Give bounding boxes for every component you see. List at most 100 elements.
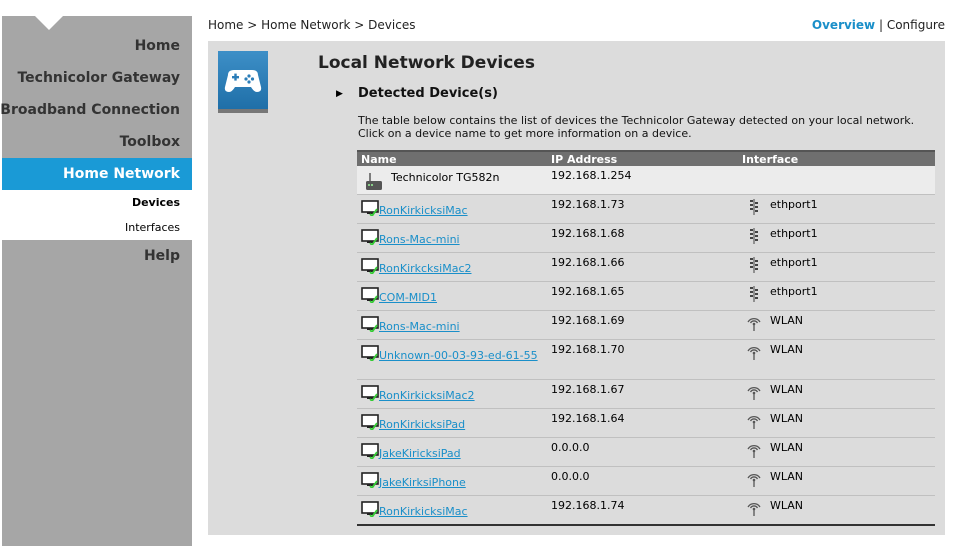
table-row: Unknown-00-03-93-ed-61-55 192.168.1.70 WLA…: [357, 339, 935, 380]
interface-label: ethport1: [770, 227, 818, 240]
table-row: Rons-Mac-mini 192.168.1.68 ethport1: [357, 223, 935, 253]
nav-home[interactable]: Home: [135, 38, 180, 54]
wifi-icon: [746, 441, 762, 459]
interface-label: WLAN: [770, 470, 804, 483]
col-interface: Interface: [738, 150, 935, 166]
interface-label: ethport1: [770, 198, 818, 211]
table-row: RonKirkicksiMac 192.168.1.74 WLAN: [357, 495, 935, 526]
device-link[interactable]: RonKirkicksiMac: [379, 198, 468, 217]
device-name-cell: JakeKiricksiPad: [357, 437, 547, 467]
interface-cell: ethport1: [738, 194, 935, 224]
ethernet-icon: [746, 285, 762, 303]
device-name-cell: RonKirkcksiMac2: [357, 252, 547, 282]
interface-cell: ethport1: [738, 252, 935, 282]
devices-table: Name IP Address Interface Technicolor TG…: [357, 150, 935, 526]
device-link[interactable]: COM-MID1: [379, 285, 437, 304]
table-row: Rons-Mac-mini 192.168.1.69 WLAN: [357, 310, 935, 340]
device-name-cell: Unknown-00-03-93-ed-61-55: [357, 339, 547, 380]
nav-home-network[interactable]: Home Network: [2, 158, 192, 190]
sidebar-notch: [35, 16, 63, 30]
interface-cell: [738, 166, 935, 195]
ip-address-cell: 192.168.1.65: [547, 281, 738, 311]
nav-broadband-connection[interactable]: Broadband Connection: [0, 102, 180, 118]
interface-cell: WLAN: [738, 310, 935, 340]
table-row: JakeKiricksiPad 0.0.0.0 WLAN: [357, 437, 935, 467]
device-link[interactable]: RonKirkicksiMac2: [379, 383, 475, 402]
overview-link[interactable]: Overview: [812, 18, 875, 32]
subnav-interfaces[interactable]: Interfaces: [2, 215, 192, 240]
table-row: RonKirkcksiMac2 192.168.1.66 ethport1: [357, 252, 935, 282]
breadcrumb-home-network[interactable]: Home Network: [261, 18, 350, 32]
interface-label: WLAN: [770, 314, 804, 327]
wifi-icon: [746, 314, 762, 332]
section-description: The table below contains the list of dev…: [358, 114, 915, 140]
device-link[interactable]: JakeKiricksiPad: [379, 441, 461, 460]
ip-address-cell: 192.168.1.64: [547, 408, 738, 438]
ethernet-icon: [746, 256, 762, 274]
nav-toolbox[interactable]: Toolbox: [120, 134, 180, 150]
view-separator: |: [875, 18, 887, 32]
interface-label: WLAN: [770, 343, 804, 356]
device-name-cell: Rons-Mac-mini: [357, 223, 547, 253]
ip-address-cell: 192.168.1.254: [547, 166, 738, 195]
computer-icon: [361, 258, 379, 276]
device-link[interactable]: Rons-Mac-mini: [379, 314, 460, 333]
breadcrumb-separator: >: [350, 18, 369, 32]
interface-cell: WLAN: [738, 466, 935, 496]
nav-help[interactable]: Help: [144, 248, 180, 264]
computer-icon: [361, 200, 379, 218]
device-link[interactable]: RonKirkcksiMac2: [379, 256, 472, 275]
computer-icon: [361, 472, 379, 490]
subnav-devices[interactable]: Devices: [2, 190, 192, 215]
computer-icon: [361, 287, 379, 305]
device-name-cell: RonKirkicksiPad: [357, 408, 547, 438]
interface-cell: ethport1: [738, 281, 935, 311]
device-name-cell: JakeKirksiPhone: [357, 466, 547, 496]
wifi-icon: [746, 412, 762, 430]
col-name: Name: [357, 150, 547, 166]
interface-label: ethport1: [770, 256, 818, 269]
sidebar-nav: Home Technicolor Gateway Broadband Conne…: [0, 16, 192, 546]
interface-cell: WLAN: [738, 408, 935, 438]
interface-label: WLAN: [770, 441, 804, 454]
table-row: RonKirkicksiPad 192.168.1.64 WLAN: [357, 408, 935, 438]
interface-label: ethport1: [770, 285, 818, 298]
device-name-cell: Rons-Mac-mini: [357, 310, 547, 340]
table-row: Technicolor TG582n 192.168.1.254: [357, 166, 935, 195]
device-link[interactable]: RonKirkicksiMac: [379, 499, 468, 518]
breadcrumb-devices: Devices: [368, 18, 416, 32]
section-title: Detected Device(s): [358, 86, 498, 101]
wifi-icon: [746, 470, 762, 488]
device-link[interactable]: Unknown-00-03-93-ed-61-55: [379, 343, 538, 362]
interface-cell: WLAN: [738, 379, 935, 409]
device-name-cell: RonKirkicksiMac: [357, 194, 547, 224]
computer-icon: [361, 414, 379, 432]
gamepad-icon: [218, 51, 268, 113]
wifi-icon: [746, 343, 762, 361]
nav-technicolor-gateway[interactable]: Technicolor Gateway: [17, 70, 180, 86]
ip-address-cell: 192.168.1.73: [547, 194, 738, 224]
table-row: JakeKirksiPhone 0.0.0.0 WLAN: [357, 466, 935, 496]
table-row: RonKirkicksiMac 192.168.1.73 ethport1: [357, 194, 935, 224]
breadcrumb-separator: >: [243, 18, 262, 32]
content-panel: Local Network Devices ▶ Detected Device(…: [208, 41, 945, 535]
device-name-cell: Technicolor TG582n: [357, 166, 547, 195]
configure-link[interactable]: Configure: [887, 18, 945, 32]
device-link[interactable]: Rons-Mac-mini: [379, 227, 460, 246]
router-icon: [365, 171, 391, 193]
device-link[interactable]: JakeKirksiPhone: [379, 470, 466, 489]
computer-icon: [361, 316, 379, 334]
wifi-icon: [746, 499, 762, 517]
computer-icon: [361, 501, 379, 519]
computer-icon: [361, 385, 379, 403]
breadcrumb-home[interactable]: Home: [208, 18, 243, 32]
table-row: RonKirkicksiMac2 192.168.1.67 WLAN: [357, 379, 935, 409]
computer-icon: [361, 443, 379, 461]
wifi-icon: [746, 383, 762, 401]
device-name-cell: RonKirkicksiMac: [357, 495, 547, 526]
device-name-cell: RonKirkicksiMac2: [357, 379, 547, 409]
section-arrow-icon: ▶: [336, 89, 343, 99]
ip-address-cell: 192.168.1.69: [547, 310, 738, 340]
device-link[interactable]: RonKirkicksiPad: [379, 412, 465, 431]
interface-cell: WLAN: [738, 437, 935, 467]
